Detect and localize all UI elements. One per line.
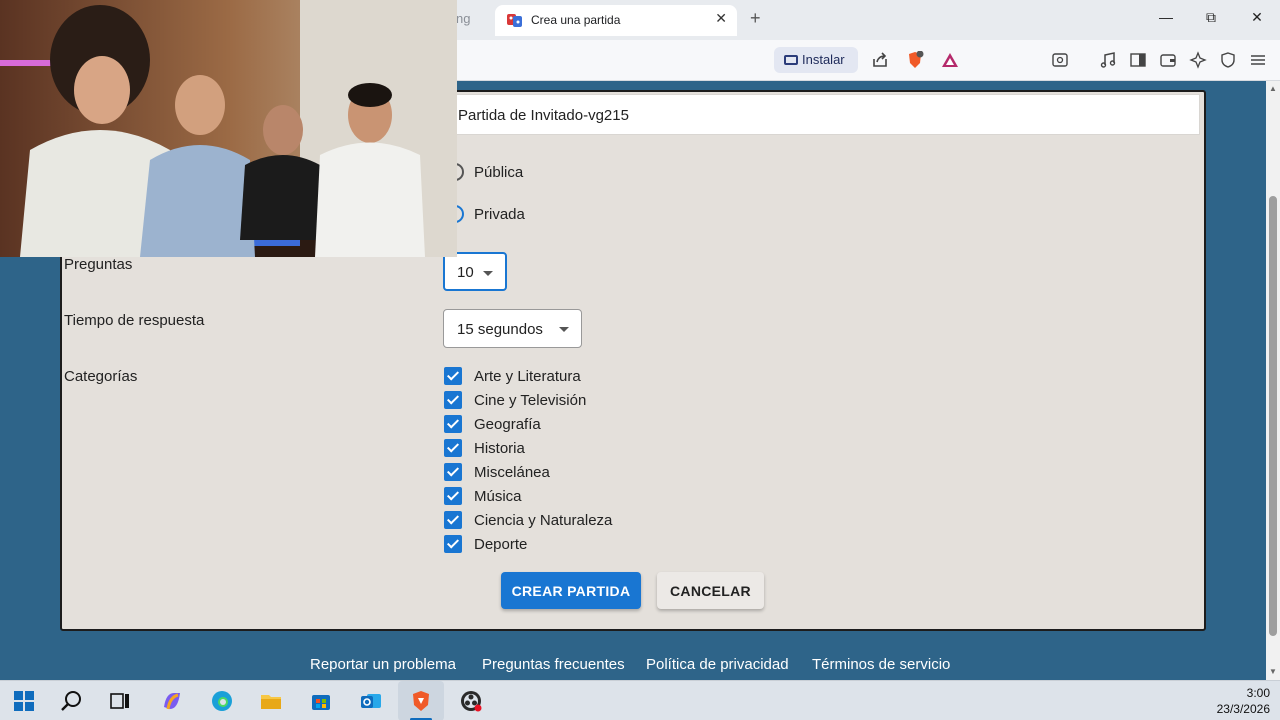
category-miscelanea[interactable]: Miscelánea: [444, 462, 550, 482]
checkbox-checked-icon[interactable]: [444, 391, 462, 409]
task-view-icon[interactable]: [108, 689, 132, 713]
page-scrollbar[interactable]: ▲ ▼: [1266, 81, 1280, 680]
tab-title: Crea una partida: [531, 13, 621, 27]
file-explorer-icon[interactable]: [259, 689, 283, 713]
response-time-label: Tiempo de respuesta: [64, 312, 205, 329]
category-ciencia[interactable]: Ciencia y Naturaleza: [444, 510, 612, 530]
footer-link-privacy[interactable]: Política de privacidad: [646, 656, 789, 673]
response-time-value: 15 segundos: [457, 321, 543, 338]
radio-public-label: Pública: [474, 163, 524, 181]
response-time-select[interactable]: 15 segundos: [443, 309, 582, 348]
clock-date: 23/3/2026: [1216, 702, 1270, 716]
brave-rewards-icon[interactable]: [941, 51, 959, 69]
categories-label: Categorías: [64, 368, 138, 385]
previous-tab[interactable]: ng: [456, 11, 470, 26]
game-favicon-icon: [507, 14, 522, 27]
install-label: Instalar: [802, 52, 845, 67]
wallet-icon[interactable]: [1159, 51, 1177, 69]
category-deporte[interactable]: Deporte: [444, 534, 527, 554]
leo-ai-icon[interactable]: [1189, 51, 1207, 69]
category-label: Miscelánea: [474, 463, 550, 481]
system-clock[interactable]: 3:00 23/3/2026: [1217, 685, 1270, 717]
reader-mode-icon[interactable]: [1051, 51, 1069, 69]
category-cine[interactable]: Cine y Televisión: [444, 390, 586, 410]
category-label: Arte y Literatura: [474, 367, 581, 385]
vpn-shield-icon[interactable]: [1219, 51, 1237, 69]
category-label: Geografía: [474, 415, 541, 433]
checkbox-checked-icon[interactable]: [444, 415, 462, 433]
category-label: Historia: [474, 439, 525, 457]
close-tab-icon[interactable]: ✕: [715, 10, 727, 27]
checkbox-checked-icon[interactable]: [444, 535, 462, 553]
brave-shields-icon[interactable]: [906, 50, 924, 69]
category-label: Ciencia y Naturaleza: [474, 511, 613, 529]
scroll-up-icon[interactable]: ▲: [1269, 84, 1277, 93]
outlook-icon[interactable]: [359, 689, 383, 713]
checkbox-checked-icon[interactable]: [444, 487, 462, 505]
checkbox-checked-icon[interactable]: [444, 511, 462, 529]
copilot-icon[interactable]: [160, 689, 184, 713]
obs-studio-icon[interactable]: [459, 689, 483, 713]
radio-private-label: Privada: [474, 205, 525, 223]
category-label: Cine y Televisión: [474, 391, 587, 409]
checkbox-checked-icon[interactable]: [444, 439, 462, 457]
maximize-window-button[interactable]: ⧉: [1201, 9, 1221, 26]
radio-public[interactable]: Pública: [446, 163, 523, 181]
new-tab-button[interactable]: +: [750, 8, 761, 29]
clock-time: 3:00: [1246, 686, 1270, 700]
close-window-button[interactable]: ✕: [1247, 9, 1267, 26]
scroll-down-icon[interactable]: ▼: [1269, 667, 1277, 676]
install-app-button[interactable]: Instalar: [774, 47, 858, 73]
questions-select[interactable]: 10: [443, 252, 507, 291]
install-monitor-icon: [784, 55, 798, 65]
scrollbar-thumb[interactable]: [1269, 196, 1277, 636]
brave-browser-icon[interactable]: [409, 689, 433, 713]
category-label: Deporte: [474, 535, 528, 553]
windows-start-icon[interactable]: [12, 689, 36, 713]
create-game-button[interactable]: CREAR PARTIDA: [501, 572, 641, 609]
category-historia[interactable]: Historia: [444, 438, 525, 458]
category-arte[interactable]: Arte y Literatura: [444, 366, 581, 386]
game-name-input[interactable]: Partida de Invitado-vg215: [443, 94, 1200, 135]
webcam-overlay: [0, 0, 457, 257]
footer-link-terms[interactable]: Términos de servicio: [812, 656, 950, 673]
cancel-button[interactable]: CANCELAR: [657, 572, 764, 609]
category-label: Música: [474, 487, 522, 505]
search-icon[interactable]: [60, 689, 84, 713]
share-icon[interactable]: [871, 51, 889, 69]
questions-label: Preguntas: [64, 256, 133, 273]
windows-taskbar: 3:00 23/3/2026: [0, 680, 1280, 720]
category-musica[interactable]: Música: [444, 486, 522, 506]
questions-value: 10: [457, 264, 474, 281]
microsoft-store-icon[interactable]: [309, 689, 333, 713]
tab-crea-una-partida[interactable]: Crea una partida ✕: [495, 5, 737, 36]
radio-private[interactable]: Privada: [446, 205, 525, 223]
menu-icon[interactable]: [1249, 51, 1267, 69]
chevron-down-icon: [483, 271, 493, 276]
category-geografia[interactable]: Geografía: [444, 414, 541, 434]
footer-link-faq[interactable]: Preguntas frecuentes: [482, 656, 625, 673]
minimize-window-button[interactable]: —: [1156, 9, 1176, 25]
webcam-video-feed: [0, 0, 457, 257]
checkbox-checked-icon[interactable]: [444, 367, 462, 385]
checkbox-checked-icon[interactable]: [444, 463, 462, 481]
sidebar-toggle-icon[interactable]: [1129, 51, 1147, 69]
edge-browser-icon[interactable]: [210, 689, 234, 713]
chevron-down-icon: [559, 327, 569, 332]
media-controls-icon[interactable]: [1099, 51, 1117, 69]
footer-link-report[interactable]: Reportar un problema: [310, 656, 456, 673]
